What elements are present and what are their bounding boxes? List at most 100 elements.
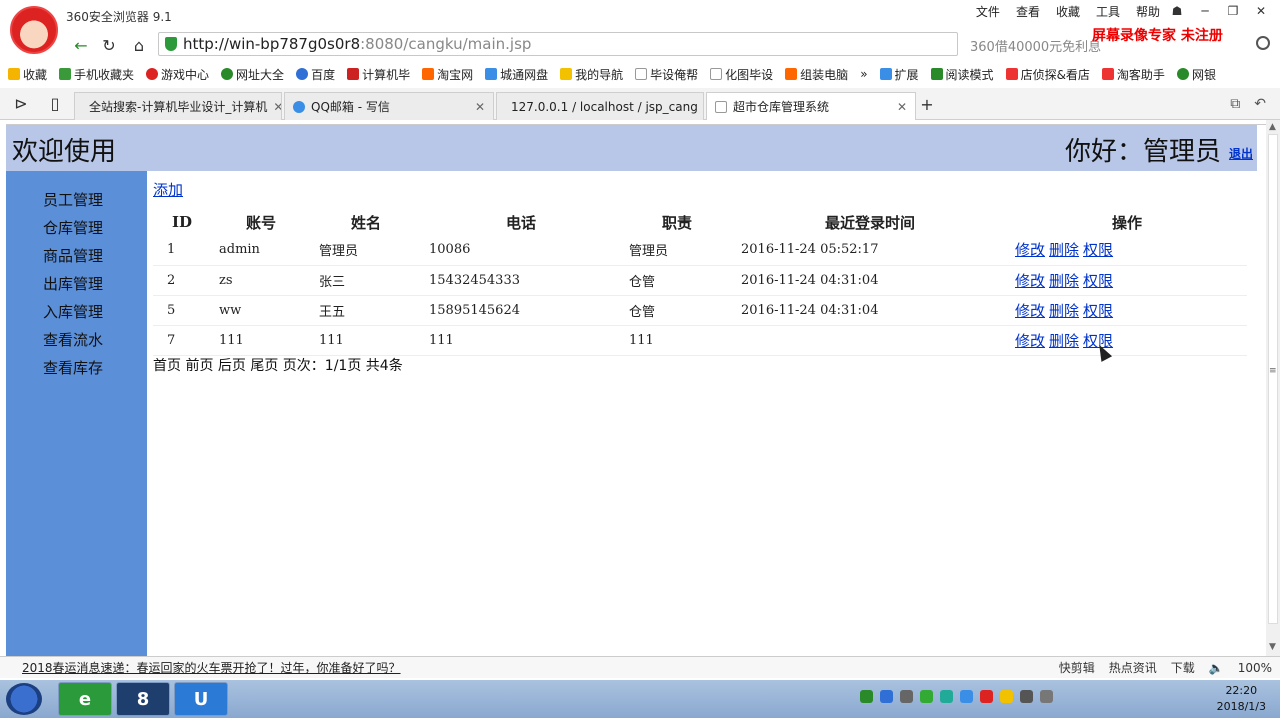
sidebar-item-staff[interactable]: 员工管理 — [43, 189, 103, 210]
hot-news-button[interactable]: 热点资讯 — [1109, 659, 1157, 676]
tab-phpmyadmin[interactable]: 127.0.0.1 / localhost / jsp_cang ✕ — [496, 92, 704, 120]
tab-list-icon[interactable]: ▯ — [44, 92, 66, 114]
bookmark-reader[interactable]: 阅读模式 — [930, 66, 994, 83]
logout-link[interactable]: 退出 — [1229, 145, 1253, 162]
restore-tabs-icon[interactable]: ⧉ — [1230, 96, 1240, 112]
tray-icon[interactable] — [940, 690, 953, 703]
table-row: 7 111 111 111 111 修改 删除 权限 — [153, 325, 1247, 356]
qqmail-icon — [293, 100, 305, 113]
tray-icon[interactable] — [920, 690, 933, 703]
pagination[interactable]: 首页 前页 后页 尾页 页次：1/1页 共4条 — [153, 355, 403, 375]
delete-link[interactable]: 删除 — [1049, 332, 1079, 350]
tab-warehouse[interactable]: 超市仓库管理系统 ✕ — [706, 92, 916, 120]
edit-link[interactable]: 修改 — [1015, 302, 1045, 320]
close-icon[interactable]: ✕ — [1250, 2, 1272, 20]
sidebar-item-outbound[interactable]: 出库管理 — [43, 273, 103, 294]
sound-icon[interactable]: 🔈 — [1209, 661, 1224, 675]
sidebar-item-flow[interactable]: 查看流水 — [43, 329, 103, 350]
tab-qqmail[interactable]: QQ邮箱 - 写信 ✕ — [284, 92, 494, 120]
tab-label: QQ邮箱 - 写信 — [311, 100, 390, 114]
bookmark-baidu[interactable]: 百度 — [296, 66, 335, 83]
page-icon — [715, 100, 727, 113]
bookmark-pc[interactable]: 组装电脑 — [785, 66, 848, 83]
vertical-scrollbar[interactable]: ▲ ≡ ▼ — [1266, 120, 1280, 656]
delete-link[interactable]: 删除 — [1049, 241, 1079, 259]
permission-link[interactable]: 权限 — [1083, 272, 1113, 290]
bookmark-more[interactable]: » — [860, 67, 867, 81]
bookmark-ctdisk[interactable]: 城通网盘 — [485, 66, 548, 83]
quick-edit-button[interactable]: 快剪辑 — [1059, 659, 1095, 676]
scroll-thumb[interactable] — [1268, 134, 1278, 624]
menu-view[interactable]: 查看 — [1016, 3, 1040, 20]
new-tab-icon[interactable]: + — [916, 93, 938, 115]
permission-link[interactable]: 权限 — [1083, 302, 1113, 320]
bookmark-nav[interactable]: 我的导航 — [560, 66, 623, 83]
tab-close-icon[interactable]: ✕ — [897, 100, 907, 114]
undo-close-icon[interactable]: ↶ — [1254, 96, 1266, 112]
bookmark-shop[interactable]: 店侦探&看店 — [1005, 66, 1090, 83]
menu-help[interactable]: 帮助 — [1136, 3, 1160, 20]
bookmark-label: 阅读模式 — [945, 67, 994, 82]
menu-file[interactable]: 文件 — [976, 3, 1000, 20]
sidebar-item-stock[interactable]: 查看库存 — [43, 357, 103, 378]
bookmark-sites[interactable]: 网址大全 — [221, 66, 284, 83]
bookmark-huatu[interactable]: 化图毕设 — [710, 66, 773, 83]
tray-icon[interactable] — [960, 690, 973, 703]
tray-icon[interactable] — [860, 690, 873, 703]
taskbar-eclipse[interactable]: 8 — [116, 682, 170, 716]
menu-tools[interactable]: 工具 — [1096, 3, 1120, 20]
tray-icon[interactable] — [900, 690, 913, 703]
minimize-icon[interactable]: ─ — [1194, 2, 1216, 20]
bookmark-bishe[interactable]: 毕设俺帮 — [635, 66, 698, 83]
search-hint[interactable]: 360借40000元免利息 — [970, 36, 1101, 55]
sidebar-toggle-icon[interactable]: ⊳ — [10, 92, 32, 114]
system-clock[interactable]: 22:20 2018/1/3 — [1217, 683, 1266, 715]
tab-close-icon[interactable]: ✕ — [273, 100, 281, 114]
scroll-down-icon[interactable]: ▼ — [1269, 642, 1276, 652]
maximize-icon[interactable]: ❐ — [1222, 2, 1244, 20]
cell-account: 111 — [211, 325, 311, 356]
network-icon[interactable] — [1020, 690, 1033, 703]
skin-icon[interactable]: ☗ — [1166, 2, 1188, 20]
home-icon[interactable]: ⌂ — [128, 34, 150, 56]
edit-link[interactable]: 修改 — [1015, 272, 1045, 290]
bookmark-taoke[interactable]: 淘客助手 — [1101, 66, 1165, 83]
download-button[interactable]: 下载 — [1171, 659, 1195, 676]
delete-link[interactable]: 删除 — [1049, 272, 1079, 290]
bookmark-games[interactable]: 游戏中心 — [146, 66, 209, 83]
search-icon[interactable] — [1256, 36, 1270, 50]
bookmark-bank[interactable]: 网银 — [1176, 66, 1216, 83]
tray-icon[interactable] — [1000, 690, 1013, 703]
tray-icon[interactable] — [880, 690, 893, 703]
taskbar-360-browser[interactable]: e — [58, 682, 112, 716]
url-host: http://win-bp787g0s0r8 — [183, 35, 361, 53]
add-link[interactable]: 添加 — [153, 179, 183, 200]
sidebar-item-goods[interactable]: 商品管理 — [43, 245, 103, 266]
scroll-up-icon[interactable]: ▲ — [1269, 122, 1276, 132]
delete-link[interactable]: 删除 — [1049, 302, 1079, 320]
address-bar[interactable]: http://win-bp787g0s0r8:8080/cangku/main.… — [158, 32, 958, 56]
sidebar-item-warehouse[interactable]: 仓库管理 — [43, 217, 103, 238]
tray-icon[interactable] — [980, 690, 993, 703]
zoom-level[interactable]: 100% — [1238, 661, 1272, 675]
taskbar-app[interactable]: U — [174, 682, 228, 716]
bookmark-extensions[interactable]: 扩展 — [879, 66, 919, 83]
tab-search[interactable]: 全站搜索-计算机毕业设计_计算机 ✕ — [74, 92, 282, 120]
bookmark-label: 收藏 — [23, 67, 48, 82]
sidebar-item-inbound[interactable]: 入库管理 — [43, 301, 103, 322]
menu-favorites[interactable]: 收藏 — [1056, 3, 1080, 20]
start-button[interactable] — [6, 683, 42, 715]
back-icon[interactable]: ← — [70, 34, 92, 56]
news-ticker[interactable]: 2018春运消息速递：春运回家的火车票开抢了！过年，你准备好了吗？ — [22, 659, 401, 676]
bookmark-mobile[interactable]: 手机收藏夹 — [59, 66, 134, 83]
volume-icon[interactable] — [1040, 690, 1053, 703]
refresh-icon[interactable]: ↻ — [98, 34, 120, 56]
tab-close-icon[interactable]: ✕ — [475, 100, 485, 114]
permission-link[interactable]: 权限 — [1083, 241, 1113, 259]
edit-link[interactable]: 修改 — [1015, 332, 1045, 350]
browser-title-bar: 360安全浏览器 9.1 文件 查看 收藏 工具 帮助 ☗ ─ ❐ ✕ — [0, 0, 1280, 54]
bookmark-taobao[interactable]: 淘宝网 — [422, 66, 473, 83]
edit-link[interactable]: 修改 — [1015, 241, 1045, 259]
bookmark-favorites[interactable]: 收藏 — [8, 66, 47, 83]
bookmark-jsj[interactable]: 计算机毕 — [347, 66, 410, 83]
